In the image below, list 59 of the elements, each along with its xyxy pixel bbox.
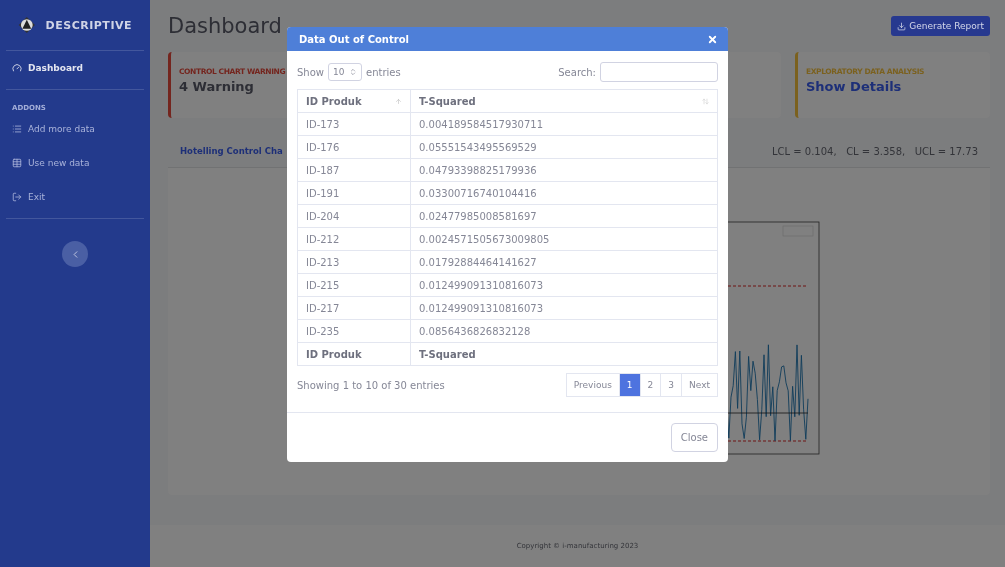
entries-label: entries bbox=[366, 66, 401, 78]
table-cell: ID-217 bbox=[297, 296, 411, 320]
table-cell: 0.012499091310816073 bbox=[410, 273, 718, 297]
table-cell: 0.0856436826832128 bbox=[410, 319, 718, 343]
dashboard-icon bbox=[12, 63, 22, 73]
page-title: Dashboard bbox=[168, 14, 282, 38]
card-value: Show Details bbox=[806, 79, 903, 94]
pagination-button[interactable]: 1 bbox=[618, 373, 641, 397]
chart-title: Hotelling Control Cha bbox=[180, 146, 283, 156]
sidebar-item[interactable]: Exit bbox=[0, 180, 150, 214]
select-arrows-icon bbox=[349, 68, 357, 76]
table-cell: ID-213 bbox=[297, 250, 411, 274]
column-footer: T-Squared bbox=[410, 342, 718, 366]
pagination-button[interactable]: Previous bbox=[565, 373, 620, 397]
table-cell: 0.01792884464141627 bbox=[410, 250, 718, 274]
entries-select[interactable]: 10 bbox=[328, 63, 362, 81]
table-cell: ID-191 bbox=[297, 181, 411, 205]
sort-icon bbox=[702, 97, 709, 105]
column-header[interactable]: T-Squared bbox=[410, 89, 718, 113]
control-limits: LCL = 0.104, CL = 3.358, UCL = 17.73 bbox=[771, 145, 978, 157]
table-cell: ID-204 bbox=[297, 204, 411, 228]
sidebar-item[interactable]: Add more data bbox=[0, 112, 150, 146]
table-cell: 0.0024571505673009805 bbox=[410, 227, 718, 251]
list-icon bbox=[12, 124, 22, 134]
sidebar-toggle-button[interactable] bbox=[62, 241, 88, 267]
column-footer: ID Produk bbox=[297, 342, 411, 366]
pagination-button[interactable]: 3 bbox=[660, 373, 683, 397]
table-cell: ID-235 bbox=[297, 319, 411, 343]
table-cell: ID-176 bbox=[297, 135, 411, 159]
search-field[interactable] bbox=[600, 62, 718, 82]
table-cell: ID-212 bbox=[297, 227, 411, 251]
pagination-button[interactable]: Next bbox=[681, 373, 718, 397]
search-label: Search: bbox=[558, 66, 596, 78]
table-icon bbox=[12, 158, 22, 168]
pagination-button[interactable]: 2 bbox=[639, 373, 662, 397]
table-cell: 0.02477985008581697 bbox=[410, 204, 718, 228]
sidebar-item[interactable]: Dashboard bbox=[0, 51, 150, 85]
table-cell: 0.05551543495569529 bbox=[410, 135, 718, 159]
close-button[interactable]: Close bbox=[670, 423, 718, 452]
generate-report-button[interactable]: Generate Report bbox=[891, 16, 990, 36]
table-cell: 0.04793398825179936 bbox=[410, 158, 718, 182]
sign-out-icon bbox=[12, 192, 22, 202]
table-cell: 0.012499091310816073 bbox=[410, 296, 718, 320]
sort-icon bbox=[395, 97, 402, 105]
table-cell: 0.004189584517930711 bbox=[410, 112, 718, 136]
table-cell: ID-215 bbox=[297, 273, 411, 297]
brand-name: DESCRIPTIVE bbox=[45, 18, 132, 32]
modal-title: Data Out of Control bbox=[299, 33, 409, 45]
column-header[interactable]: ID Produk bbox=[297, 89, 411, 113]
close-icon bbox=[707, 33, 718, 45]
close-button[interactable] bbox=[707, 33, 718, 45]
table-cell: ID-187 bbox=[297, 158, 411, 182]
show-label: Show bbox=[297, 66, 324, 78]
table-cell: ID-173 bbox=[297, 112, 411, 136]
download-icon bbox=[897, 21, 907, 31]
card-value: 4 Warning bbox=[179, 79, 255, 94]
sidebar-item[interactable]: Use new data bbox=[0, 146, 150, 180]
table-cell: 0.03300716740104416 bbox=[410, 181, 718, 205]
table-info: Showing 1 to 10 of 30 entries bbox=[297, 379, 445, 391]
